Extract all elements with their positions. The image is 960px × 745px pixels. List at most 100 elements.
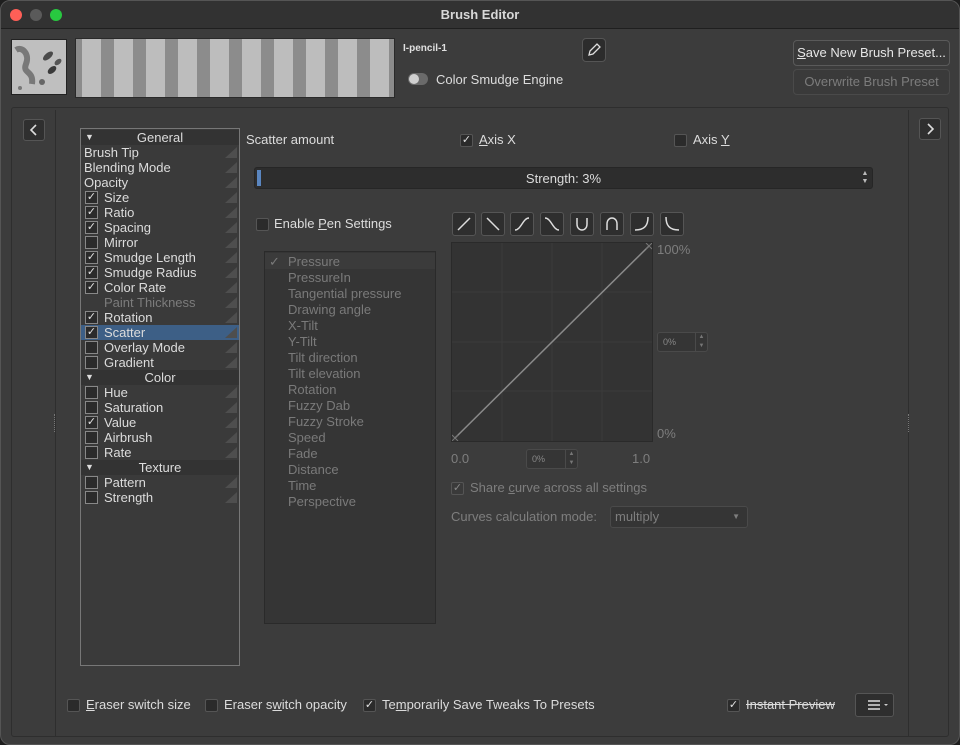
option-item-mirror[interactable]: Mirror bbox=[81, 235, 239, 250]
option-checkbox[interactable] bbox=[85, 236, 98, 249]
lock-corner-icon[interactable] bbox=[225, 342, 237, 353]
sensor-item[interactable]: Tilt elevation bbox=[288, 366, 361, 381]
sensor-item[interactable]: Tangential pressure bbox=[288, 286, 401, 301]
options-menu-button[interactable] bbox=[855, 693, 894, 717]
curve-preset-reverse-s-button[interactable] bbox=[540, 212, 564, 236]
lock-corner-icon[interactable] bbox=[225, 297, 237, 308]
sensor-item[interactable]: Tilt direction bbox=[288, 350, 358, 365]
lock-corner-icon[interactable] bbox=[225, 492, 237, 503]
option-item-smudge-radius[interactable]: ✓ Smudge Radius bbox=[81, 265, 239, 280]
collapse-right-button[interactable] bbox=[919, 118, 941, 140]
curve-x-spinbox[interactable]: 0% ▲ ▼ bbox=[526, 449, 578, 469]
expand-triangle-icon[interactable]: ▼ bbox=[85, 460, 94, 475]
enable-pen-settings-checkbox[interactable] bbox=[256, 218, 269, 231]
eraser-switch-size-checkbox[interactable] bbox=[67, 699, 80, 712]
option-item-airbrush[interactable]: Airbrush bbox=[81, 430, 239, 445]
option-category-general[interactable]: ▼ General bbox=[81, 130, 239, 145]
left-splitter-handle[interactable] bbox=[54, 414, 57, 432]
option-checkbox[interactable]: ✓ bbox=[85, 416, 98, 429]
lock-corner-icon[interactable] bbox=[225, 477, 237, 488]
lock-corner-icon[interactable] bbox=[225, 327, 237, 338]
instant-preview-checkbox[interactable]: ✓ bbox=[727, 699, 740, 712]
option-item-spacing[interactable]: ✓ Spacing bbox=[81, 220, 239, 235]
sensor-item[interactable]: Rotation bbox=[288, 382, 336, 397]
lock-corner-icon[interactable] bbox=[225, 192, 237, 203]
option-checkbox[interactable]: ✓ bbox=[85, 191, 98, 204]
lock-corner-icon[interactable] bbox=[225, 147, 237, 158]
curve-preset-convex-button[interactable] bbox=[630, 212, 654, 236]
eraser-switch-opacity-checkbox[interactable] bbox=[205, 699, 218, 712]
lock-corner-icon[interactable] bbox=[225, 177, 237, 188]
sensor-item[interactable]: PressureIn bbox=[288, 270, 351, 285]
option-item-pattern[interactable]: Pattern bbox=[81, 475, 239, 490]
option-checkbox[interactable]: ✓ bbox=[85, 266, 98, 279]
brush-thumbnail[interactable] bbox=[11, 39, 67, 95]
option-item-blending-mode[interactable]: Blending Mode bbox=[81, 160, 239, 175]
option-category-color[interactable]: ▼ Color bbox=[81, 370, 239, 385]
lock-corner-icon[interactable] bbox=[225, 312, 237, 323]
right-splitter-handle[interactable] bbox=[908, 414, 911, 432]
option-checkbox[interactable]: ✓ bbox=[85, 311, 98, 324]
stroke-preview-canvas[interactable] bbox=[75, 38, 395, 98]
save-new-brush-preset-button[interactable]: Save New Brush Preset... bbox=[793, 40, 950, 66]
option-item-overlay-mode[interactable]: Overlay Mode bbox=[81, 340, 239, 355]
sensor-item[interactable]: Pressure bbox=[288, 254, 340, 269]
lock-corner-icon[interactable] bbox=[225, 282, 237, 293]
option-item-rate[interactable]: Rate bbox=[81, 445, 239, 460]
curve-preset-u-button[interactable] bbox=[570, 212, 594, 236]
collapse-left-button[interactable] bbox=[23, 119, 45, 141]
option-item-rotation[interactable]: ✓ Rotation bbox=[81, 310, 239, 325]
sensor-item[interactable]: X-Tilt bbox=[288, 318, 318, 333]
option-item-color-rate[interactable]: ✓ Color Rate bbox=[81, 280, 239, 295]
overwrite-brush-preset-button[interactable]: Overwrite Brush Preset bbox=[793, 69, 950, 95]
sensor-item[interactable]: Fade bbox=[288, 446, 318, 461]
option-item-smudge-length[interactable]: ✓ Smudge Length bbox=[81, 250, 239, 265]
lock-corner-icon[interactable] bbox=[225, 162, 237, 173]
option-item-hue[interactable]: Hue bbox=[81, 385, 239, 400]
curves-calc-mode-select[interactable]: multiply ▼ bbox=[610, 506, 748, 528]
expand-triangle-icon[interactable]: ▼ bbox=[85, 130, 94, 145]
option-checkbox[interactable] bbox=[85, 341, 98, 354]
sensor-item[interactable]: Perspective bbox=[288, 494, 356, 509]
option-checkbox[interactable] bbox=[85, 446, 98, 459]
option-item-brush-tip[interactable]: Brush Tip bbox=[81, 145, 239, 160]
option-category-texture[interactable]: ▼ Texture bbox=[81, 460, 239, 475]
option-item-opacity[interactable]: Opacity bbox=[81, 175, 239, 190]
option-item-ratio[interactable]: ✓ Ratio bbox=[81, 205, 239, 220]
option-item-value[interactable]: ✓ Value bbox=[81, 415, 239, 430]
option-item-gradient[interactable]: Gradient bbox=[81, 355, 239, 370]
option-item-paint-thickness[interactable]: Paint Thickness bbox=[81, 295, 239, 310]
sensor-item[interactable]: Fuzzy Stroke bbox=[288, 414, 364, 429]
lock-corner-icon[interactable] bbox=[225, 222, 237, 233]
share-curve-checkbox[interactable]: ✓ bbox=[451, 482, 464, 495]
lock-corner-icon[interactable] bbox=[225, 417, 237, 428]
lock-corner-icon[interactable] bbox=[225, 237, 237, 248]
curve-preset-arch-button[interactable] bbox=[600, 212, 624, 236]
curve-preset-linear-button[interactable] bbox=[452, 212, 476, 236]
curve-y-spinbox[interactable]: 0% ▲ ▼ bbox=[657, 332, 708, 352]
curve-preset-reverse-button[interactable] bbox=[481, 212, 505, 236]
strength-spin-arrows[interactable]: ▲ ▼ bbox=[860, 170, 870, 186]
sensor-item[interactable]: Distance bbox=[288, 462, 339, 477]
lock-corner-icon[interactable] bbox=[225, 387, 237, 398]
sensor-item[interactable]: Y-Tilt bbox=[288, 334, 317, 349]
option-checkbox[interactable] bbox=[85, 356, 98, 369]
edit-preset-name-button[interactable] bbox=[582, 38, 606, 62]
option-checkbox[interactable]: ✓ bbox=[85, 326, 98, 339]
lock-corner-icon[interactable] bbox=[225, 432, 237, 443]
sensor-item[interactable]: Drawing angle bbox=[288, 302, 371, 317]
sensor-item[interactable]: Time bbox=[288, 478, 316, 493]
option-item-saturation[interactable]: Saturation bbox=[81, 400, 239, 415]
option-checkbox[interactable]: ✓ bbox=[85, 206, 98, 219]
option-checkbox[interactable]: ✓ bbox=[85, 251, 98, 264]
expand-triangle-icon[interactable]: ▼ bbox=[85, 370, 94, 385]
lock-corner-icon[interactable] bbox=[225, 267, 237, 278]
option-checkbox[interactable] bbox=[85, 491, 98, 504]
sensor-item[interactable]: Speed bbox=[288, 430, 326, 445]
lock-corner-icon[interactable] bbox=[225, 402, 237, 413]
curve-preset-s-button[interactable] bbox=[510, 212, 534, 236]
lock-corner-icon[interactable] bbox=[225, 207, 237, 218]
option-checkbox[interactable] bbox=[85, 401, 98, 414]
option-item-strength[interactable]: Strength bbox=[81, 490, 239, 505]
axis-x-checkbox[interactable]: ✓ bbox=[460, 134, 473, 147]
